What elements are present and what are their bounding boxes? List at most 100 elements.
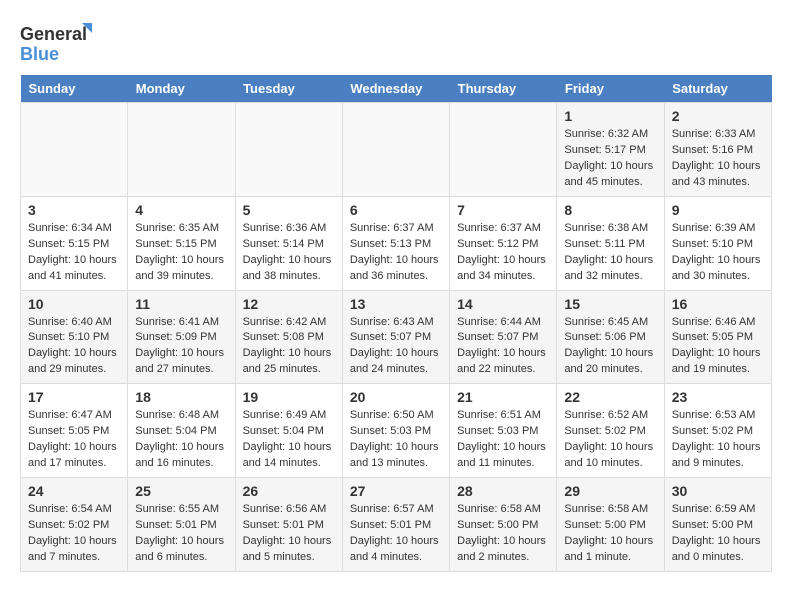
day-cell: 9 Sunrise: 6:39 AM Sunset: 5:10 PM Daylig… bbox=[664, 196, 771, 290]
day-cell: 8 Sunrise: 6:38 AM Sunset: 5:11 PM Daylig… bbox=[557, 196, 664, 290]
day-number: 11 bbox=[135, 296, 227, 312]
day-cell: 29 Sunrise: 6:58 AM Sunset: 5:00 PM Dayli… bbox=[557, 478, 664, 572]
column-header-saturday: Saturday bbox=[664, 75, 771, 103]
day-number: 18 bbox=[135, 389, 227, 405]
day-cell bbox=[128, 103, 235, 197]
day-cell: 18 Sunrise: 6:48 AM Sunset: 5:04 PM Dayli… bbox=[128, 384, 235, 478]
day-cell: 16 Sunrise: 6:46 AM Sunset: 5:05 PM Dayli… bbox=[664, 290, 771, 384]
day-number: 30 bbox=[672, 483, 764, 499]
day-info: Sunrise: 6:52 AM Sunset: 5:02 PM Dayligh… bbox=[564, 408, 656, 472]
calendar-table: SundayMondayTuesdayWednesdayThursdayFrid… bbox=[20, 75, 772, 572]
day-cell: 5Sunrise: 6:36 AM Sunset: 5:14 PM Daylig… bbox=[235, 196, 342, 290]
day-info: Sunrise: 6:48 AM Sunset: 5:04 PM Dayligh… bbox=[135, 408, 227, 472]
day-info: Sunrise: 6:33 AM Sunset: 5:16 PM Dayligh… bbox=[672, 127, 764, 191]
day-cell: 1 Sunrise: 6:32 AM Sunset: 5:17 PM Daylig… bbox=[557, 103, 664, 197]
day-cell: 14 Sunrise: 6:44 AM Sunset: 5:07 PM Dayli… bbox=[450, 290, 557, 384]
day-cell: 20 Sunrise: 6:50 AM Sunset: 5:03 PM Dayli… bbox=[342, 384, 449, 478]
day-cell bbox=[450, 103, 557, 197]
day-info: Sunrise: 6:32 AM Sunset: 5:17 PM Dayligh… bbox=[564, 127, 656, 191]
day-info: Sunrise: 6:45 AM Sunset: 5:06 PM Dayligh… bbox=[564, 315, 656, 379]
day-number: 8 bbox=[564, 202, 656, 218]
week-row-1: 1 Sunrise: 6:32 AM Sunset: 5:17 PM Daylig… bbox=[21, 103, 772, 197]
day-info: Sunrise: 6:41 AM Sunset: 5:09 PM Dayligh… bbox=[135, 315, 227, 379]
day-number: 27 bbox=[350, 483, 442, 499]
day-cell: 22 Sunrise: 6:52 AM Sunset: 5:02 PM Dayli… bbox=[557, 384, 664, 478]
day-info: Sunrise: 6:59 AM Sunset: 5:00 PM Dayligh… bbox=[672, 502, 764, 566]
day-number: 20 bbox=[350, 389, 442, 405]
day-number: 14 bbox=[457, 296, 549, 312]
day-cell: 6Sunrise: 6:37 AM Sunset: 5:13 PM Daylig… bbox=[342, 196, 449, 290]
day-info: Sunrise: 6:54 AM Sunset: 5:02 PM Dayligh… bbox=[28, 502, 120, 566]
day-info: Sunrise: 6:47 AM Sunset: 5:05 PM Dayligh… bbox=[28, 408, 120, 472]
header-row: SundayMondayTuesdayWednesdayThursdayFrid… bbox=[21, 75, 772, 103]
day-info: Sunrise: 6:37 AM Sunset: 5:13 PM Dayligh… bbox=[350, 221, 442, 285]
day-cell: 4 Sunrise: 6:35 AM Sunset: 5:15 PM Daylig… bbox=[128, 196, 235, 290]
day-info: Sunrise: 6:35 AM Sunset: 5:15 PM Dayligh… bbox=[135, 221, 227, 285]
day-cell: 10Sunrise: 6:40 AM Sunset: 5:10 PM Dayli… bbox=[21, 290, 128, 384]
logo: GeneralBlue bbox=[20, 20, 100, 65]
day-number: 12 bbox=[243, 296, 335, 312]
day-info: Sunrise: 6:57 AM Sunset: 5:01 PM Dayligh… bbox=[350, 502, 442, 566]
day-cell bbox=[21, 103, 128, 197]
week-row-5: 24 Sunrise: 6:54 AM Sunset: 5:02 PM Dayli… bbox=[21, 478, 772, 572]
day-number: 19 bbox=[243, 389, 335, 405]
day-cell: 21 Sunrise: 6:51 AM Sunset: 5:03 PM Dayli… bbox=[450, 384, 557, 478]
day-cell: 25 Sunrise: 6:55 AM Sunset: 5:01 PM Dayli… bbox=[128, 478, 235, 572]
day-cell: 19Sunrise: 6:49 AM Sunset: 5:04 PM Dayli… bbox=[235, 384, 342, 478]
day-info: Sunrise: 6:51 AM Sunset: 5:03 PM Dayligh… bbox=[457, 408, 549, 472]
day-cell: 27 Sunrise: 6:57 AM Sunset: 5:01 PM Dayli… bbox=[342, 478, 449, 572]
page-header: GeneralBlue bbox=[20, 20, 772, 65]
day-cell: 26 Sunrise: 6:56 AM Sunset: 5:01 PM Dayli… bbox=[235, 478, 342, 572]
column-header-sunday: Sunday bbox=[21, 75, 128, 103]
column-header-wednesday: Wednesday bbox=[342, 75, 449, 103]
logo-svg: GeneralBlue bbox=[20, 20, 100, 65]
day-cell: 24 Sunrise: 6:54 AM Sunset: 5:02 PM Dayli… bbox=[21, 478, 128, 572]
day-cell: 12 Sunrise: 6:42 AM Sunset: 5:08 PM Dayli… bbox=[235, 290, 342, 384]
column-header-thursday: Thursday bbox=[450, 75, 557, 103]
day-info: Sunrise: 6:46 AM Sunset: 5:05 PM Dayligh… bbox=[672, 315, 764, 379]
day-number: 16 bbox=[672, 296, 764, 312]
day-cell: 3 Sunrise: 6:34 AM Sunset: 5:15 PM Daylig… bbox=[21, 196, 128, 290]
day-number: 17 bbox=[28, 389, 120, 405]
day-info: Sunrise: 6:44 AM Sunset: 5:07 PM Dayligh… bbox=[457, 315, 549, 379]
day-number: 24 bbox=[28, 483, 120, 499]
day-info: Sunrise: 6:53 AM Sunset: 5:02 PM Dayligh… bbox=[672, 408, 764, 472]
day-info: Sunrise: 6:58 AM Sunset: 5:00 PM Dayligh… bbox=[564, 502, 656, 566]
day-info: Sunrise: 6:38 AM Sunset: 5:11 PM Dayligh… bbox=[564, 221, 656, 285]
day-info: Sunrise: 6:50 AM Sunset: 5:03 PM Dayligh… bbox=[350, 408, 442, 472]
day-cell bbox=[342, 103, 449, 197]
day-info: Sunrise: 6:42 AM Sunset: 5:08 PM Dayligh… bbox=[243, 315, 335, 379]
day-cell: 30 Sunrise: 6:59 AM Sunset: 5:00 PM Dayli… bbox=[664, 478, 771, 572]
day-cell: 28Sunrise: 6:58 AM Sunset: 5:00 PM Dayli… bbox=[450, 478, 557, 572]
day-cell: 15Sunrise: 6:45 AM Sunset: 5:06 PM Dayli… bbox=[557, 290, 664, 384]
day-number: 4 bbox=[135, 202, 227, 218]
week-row-2: 3 Sunrise: 6:34 AM Sunset: 5:15 PM Daylig… bbox=[21, 196, 772, 290]
day-number: 1 bbox=[564, 108, 656, 124]
day-number: 21 bbox=[457, 389, 549, 405]
svg-text:General: General bbox=[20, 24, 87, 44]
day-cell bbox=[235, 103, 342, 197]
day-info: Sunrise: 6:36 AM Sunset: 5:14 PM Dayligh… bbox=[243, 221, 335, 285]
day-cell: 11 Sunrise: 6:41 AM Sunset: 5:09 PM Dayli… bbox=[128, 290, 235, 384]
day-number: 3 bbox=[28, 202, 120, 218]
day-cell: 17 Sunrise: 6:47 AM Sunset: 5:05 PM Dayli… bbox=[21, 384, 128, 478]
day-number: 2 bbox=[672, 108, 764, 124]
column-header-friday: Friday bbox=[557, 75, 664, 103]
day-info: Sunrise: 6:34 AM Sunset: 5:15 PM Dayligh… bbox=[28, 221, 120, 285]
day-number: 7 bbox=[457, 202, 549, 218]
day-info: Sunrise: 6:37 AM Sunset: 5:12 PM Dayligh… bbox=[457, 221, 549, 285]
day-number: 22 bbox=[564, 389, 656, 405]
day-number: 29 bbox=[564, 483, 656, 499]
day-number: 26 bbox=[243, 483, 335, 499]
day-cell: 23Sunrise: 6:53 AM Sunset: 5:02 PM Dayli… bbox=[664, 384, 771, 478]
day-info: Sunrise: 6:43 AM Sunset: 5:07 PM Dayligh… bbox=[350, 315, 442, 379]
day-number: 9 bbox=[672, 202, 764, 218]
week-row-4: 17 Sunrise: 6:47 AM Sunset: 5:05 PM Dayli… bbox=[21, 384, 772, 478]
day-number: 28 bbox=[457, 483, 549, 499]
day-number: 25 bbox=[135, 483, 227, 499]
day-info: Sunrise: 6:55 AM Sunset: 5:01 PM Dayligh… bbox=[135, 502, 227, 566]
day-info: Sunrise: 6:56 AM Sunset: 5:01 PM Dayligh… bbox=[243, 502, 335, 566]
day-info: Sunrise: 6:39 AM Sunset: 5:10 PM Dayligh… bbox=[672, 221, 764, 285]
day-cell: 13Sunrise: 6:43 AM Sunset: 5:07 PM Dayli… bbox=[342, 290, 449, 384]
column-header-tuesday: Tuesday bbox=[235, 75, 342, 103]
